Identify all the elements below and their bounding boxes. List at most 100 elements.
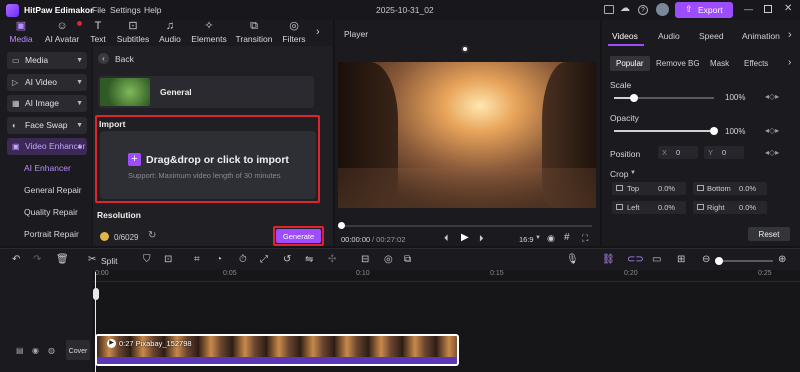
chevron-right-icon[interactable]: › [788,57,791,68]
tab-media[interactable]: ▣ Media [6,20,36,46]
chevron-right-icon[interactable]: › [316,26,320,38]
lock-icon[interactable]: ▤ [16,346,24,355]
split-icon[interactable]: ✂ [88,253,96,267]
speed-icon[interactable]: ◔ [216,253,222,267]
split-label[interactable]: Split [101,256,118,266]
cover-button[interactable]: Cover [66,340,90,360]
menu-help[interactable]: Help [144,5,161,15]
fit-icon[interactable]: ⤢ [260,253,268,267]
play-icon[interactable]: ▶ [461,232,469,243]
tab-elements[interactable]: ✧ Elements [190,20,228,46]
subtab-popular[interactable]: Popular [610,56,650,71]
opacity-slider-knob[interactable] [710,127,718,135]
timeline-ruler[interactable]: 0:00 0:05 0:10 0:15 0:20 0:25 [93,270,800,282]
subtab-effects[interactable]: Effects [744,59,768,68]
marker-icon[interactable]: ⛉ [143,253,151,267]
sidebar-item-media[interactable]: ▭ Media ▼ [7,52,87,69]
step-back-icon[interactable]: ⏴ [444,233,449,244]
sidebar-item-ai-video[interactable]: ▷ AI Video ▼ [7,74,87,91]
back-label[interactable]: Back [115,54,134,64]
auto-subtitle-icon[interactable]: ⊟ [361,253,369,267]
generate-button[interactable]: Generate [276,229,321,243]
import-dropzone[interactable]: + Drag&drop or click to import Support: … [100,131,316,199]
subtab-mask[interactable]: Mask [710,59,729,68]
mirror-icon[interactable]: ⇋ [305,253,313,267]
rotate-handle-icon[interactable] [461,45,469,53]
preview-icon[interactable]: ▭ [652,253,661,267]
seek-knob[interactable] [338,222,345,229]
keyframe-icon[interactable]: ◂◇▸ [765,148,779,157]
camera-icon[interactable]: ◉ [547,233,555,244]
sidebar-item-video-enhancer[interactable]: ▣ Video Enhancer ▲ [7,138,87,155]
link-icon[interactable]: ⛓ [602,253,615,267]
help-icon[interactable]: ? [638,5,648,15]
redo-icon[interactable]: ↷ [33,253,41,267]
visibility-icon[interactable]: ◉ [32,346,39,355]
keyframe-icon[interactable]: ◂◇▸ [765,126,779,135]
sidebar-sub-general-repair[interactable]: General Repair [24,185,82,195]
seek-bar[interactable] [340,225,592,227]
opacity-value[interactable]: 100% [725,127,745,136]
chevron-down-icon[interactable]: ▼ [535,235,541,241]
tab-audio[interactable]: Audio [658,31,680,41]
maximize-icon[interactable] [764,5,772,13]
crop-bottom-field[interactable]: Bottom 0.0% [693,182,767,195]
tab-animation[interactable]: Animation [742,31,780,41]
tab-audio[interactable]: ♫ Audio [156,20,184,46]
subtab-remove-bg[interactable]: Remove BG [656,59,700,68]
scale-value[interactable]: 100% [725,93,745,102]
close-icon[interactable]: ✕ [784,3,792,14]
crop-left-field[interactable]: Left 0.0% [612,201,686,214]
tab-videos[interactable]: Videos [608,24,644,46]
sidebar-item-ai-image[interactable]: ▦ AI Image ▼ [7,95,87,112]
zoom-slider-knob[interactable] [715,257,723,265]
video-clip[interactable]: ▶ 0:27 Pixabay_152798 [95,334,459,366]
microphone-icon[interactable]: 🎙 [566,253,579,267]
minimize-icon[interactable]: — [744,4,753,14]
fullscreen-icon[interactable]: ⛶ [582,233,588,244]
tab-text[interactable]: T Text [86,20,110,46]
zoom-in-icon[interactable]: ⊕ [778,253,786,267]
tab-transition[interactable]: ⧉ Transition [234,20,274,46]
mute-icon[interactable]: ◍ [48,346,55,355]
tab-filters[interactable]: ◎ Filters [280,20,308,46]
audio-adjust-icon[interactable]: ◎ [384,253,393,267]
tab-subtitles[interactable]: ⊡ Subtitles [114,20,152,46]
sidebar-sub-portrait-repair[interactable]: Portrait Repair [24,229,79,239]
step-forward-icon[interactable]: ⏵ [479,233,484,244]
zoom-out-icon[interactable]: ⊖ [702,253,710,267]
freeze-icon[interactable]: ⏱ [239,253,247,267]
grid-icon[interactable]: # [564,232,570,243]
sidebar-item-face-swap[interactable]: ◐ Face Swap ▼ [7,117,87,134]
fit-timeline-icon[interactable]: ⊞ [677,253,685,267]
delete-icon[interactable]: 🗑 [56,253,69,267]
crop-right-field[interactable]: Right 0.0% [693,201,767,214]
playhead-handle-icon[interactable] [93,288,99,300]
reset-button[interactable]: Reset [748,227,790,241]
cloud-icon[interactable]: ☁ [620,3,630,14]
zoom-slider[interactable] [715,257,773,265]
pip-icon[interactable]: ✣ [328,253,336,267]
menu-settings[interactable]: Settings [110,5,141,15]
export-button[interactable]: ⇧ Export [675,2,733,18]
magnet-icon[interactable]: ⊂⊃ [627,253,644,267]
undo-icon[interactable]: ↶ [12,253,20,267]
menu-file[interactable]: File [92,5,106,15]
avatar[interactable] [656,3,669,16]
aspect-ratio[interactable]: 16:9 [519,235,534,244]
video-preview[interactable] [338,62,596,208]
tab-ai-avatar[interactable]: ☺ AI Avatar [42,20,82,46]
sidebar-sub-ai-enhancer[interactable]: AI Enhancer [24,163,71,173]
refresh-icon[interactable]: ↻ [148,230,156,241]
scale-slider[interactable] [614,94,714,102]
crop-top-field[interactable]: Top 0.0% [612,182,686,195]
chevron-down-icon[interactable]: ▼ [630,170,636,176]
text-tool-icon[interactable]: ⊡ [164,253,172,267]
back-button[interactable]: ‹ [98,53,109,64]
layout-icon[interactable] [604,5,614,14]
position-x-field[interactable]: X 0 [658,146,698,159]
scale-slider-knob[interactable] [630,94,638,102]
snapshot-icon[interactable]: ⧉ [404,253,411,267]
opacity-slider[interactable] [614,127,718,135]
chevron-right-icon[interactable]: › [788,29,792,41]
